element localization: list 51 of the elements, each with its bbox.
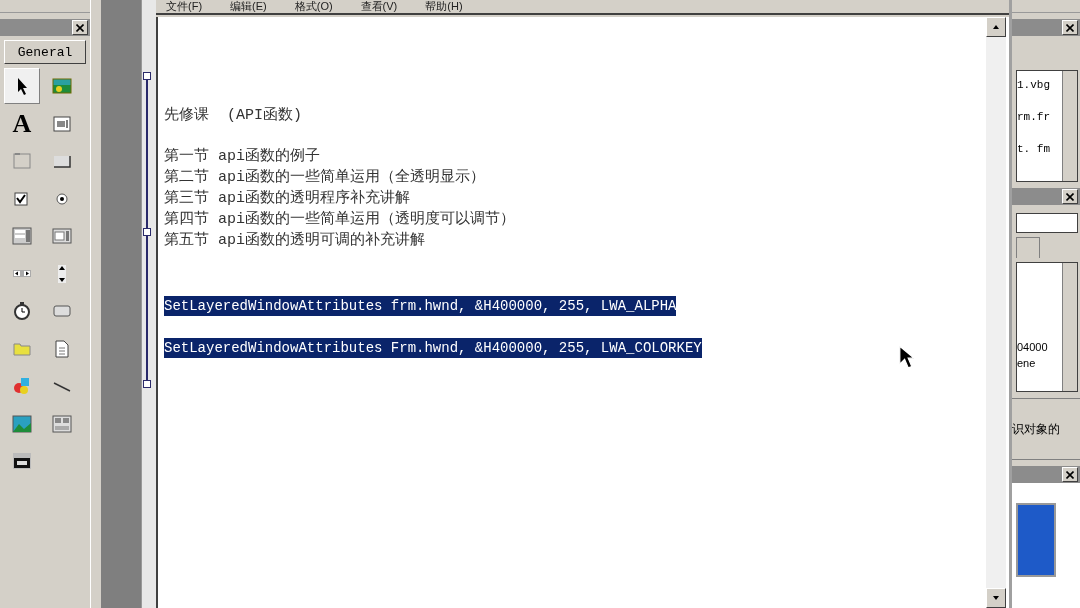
scroll-bar[interactable] [1062, 71, 1077, 181]
text-line: 先修课 (API函数) [164, 105, 303, 126]
stopwatch-icon [11, 300, 33, 322]
menu-item[interactable]: 文件(F) [166, 0, 203, 13]
close-button[interactable] [1062, 189, 1078, 204]
scroll-up-button[interactable] [986, 17, 1006, 37]
text-line: 第五节 api函数的透明可调的补充讲解 [164, 230, 426, 251]
object-dropdown[interactable] [1016, 213, 1078, 233]
property-value: ene [1017, 357, 1037, 369]
close-icon [76, 23, 84, 32]
close-icon [1066, 470, 1074, 479]
menu-item[interactable]: 查看(V) [360, 0, 398, 13]
close-icon [1066, 23, 1074, 32]
close-button[interactable] [72, 20, 88, 35]
property-value: 04000 [1017, 341, 1049, 353]
text-line: 第三节 api函数的透明程序补充讲解 [164, 188, 411, 209]
properties-tab[interactable] [1016, 237, 1040, 258]
text-line: 第一节 api函数的例子 [164, 146, 321, 167]
selection-handle[interactable] [143, 380, 151, 388]
description-text: 识对象的 [1012, 420, 1060, 438]
ole-icon [11, 450, 33, 472]
text-line: 第二节 api函数的一些简单运用（全透明显示） [164, 167, 486, 188]
scroll-bar[interactable] [1062, 263, 1077, 391]
tree-item[interactable]: 1.vbg [1017, 79, 1062, 91]
data-control-icon [51, 412, 73, 435]
close-button[interactable] [1062, 20, 1078, 35]
combo-box-icon [11, 225, 33, 247]
close-button[interactable] [1062, 467, 1078, 482]
up-arrow-icon [993, 25, 999, 29]
tree-item[interactable]: t. fm [1017, 143, 1062, 155]
toolbox-tab[interactable]: General [4, 40, 86, 64]
tool-button[interactable] [4, 68, 40, 104]
horizontal-scroll-bar-icon [13, 270, 31, 277]
mouse-pointer-icon [898, 345, 916, 369]
tree-item[interactable]: rm.fr [1017, 111, 1062, 123]
scroll-down-button[interactable] [986, 588, 1006, 608]
selection-handle[interactable] [143, 72, 151, 80]
text-line: 第四节 api函数的一些简单运用（透明度可以调节） [164, 209, 516, 230]
label-tool-button[interactable]: A [4, 105, 40, 142]
monitor-icon [1016, 503, 1056, 577]
picture-icon [51, 75, 73, 97]
menu-item[interactable]: 格式(O) [294, 0, 333, 13]
menu-item[interactable]: 编辑(E) [230, 0, 267, 13]
selection-handle[interactable] [143, 228, 151, 236]
menu-item[interactable]: 帮助(H) [425, 0, 463, 13]
frame-icon [11, 150, 33, 172]
close-icon [1066, 192, 1074, 201]
down-arrow-icon [993, 596, 999, 600]
scroll-bar[interactable] [986, 17, 1006, 608]
list-box-icon [51, 225, 73, 247]
image-icon [11, 412, 33, 435]
